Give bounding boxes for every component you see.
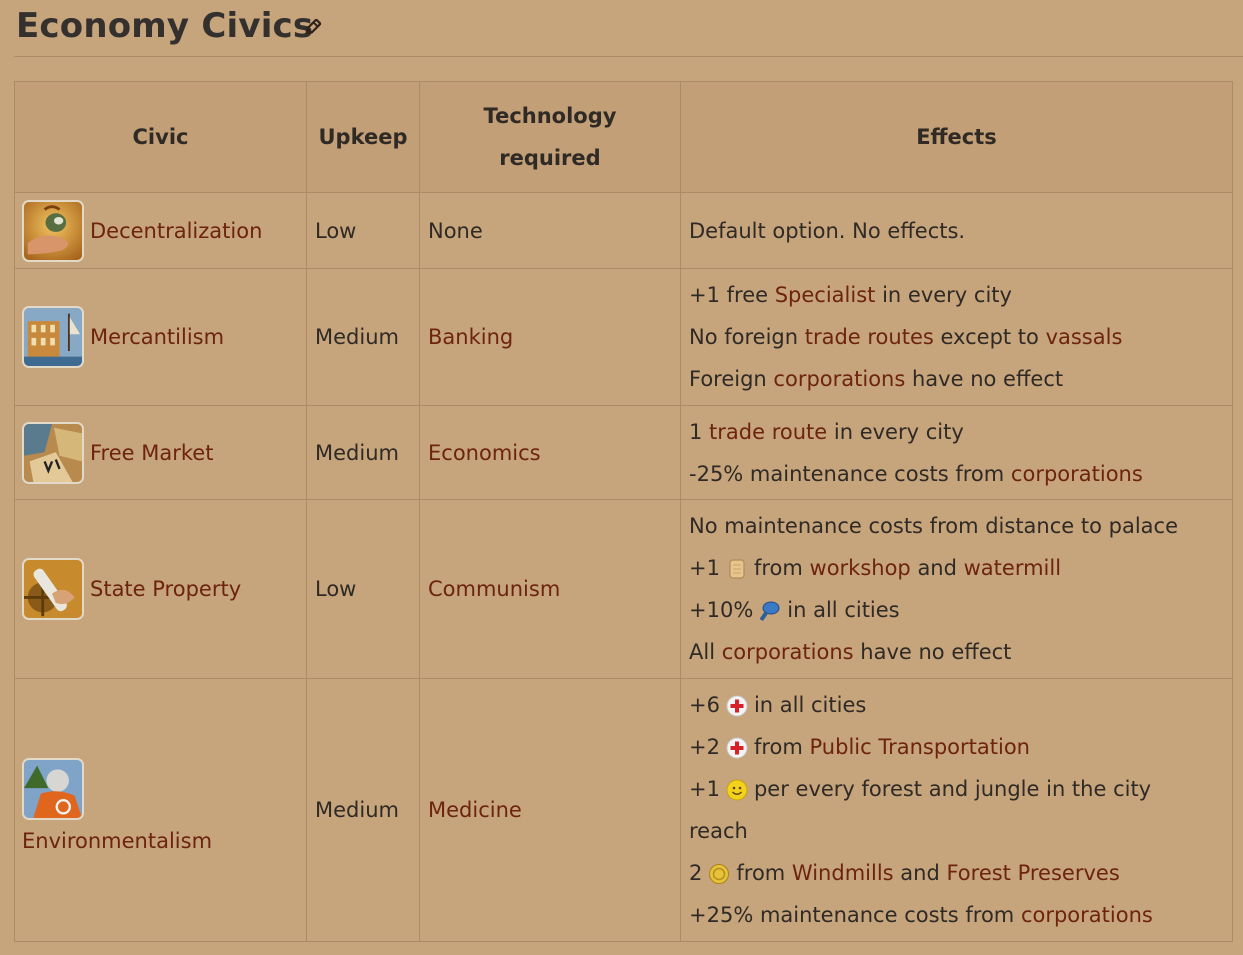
effect-line: 2 from Windmills and Forest Preserves	[689, 861, 1120, 885]
header-civic: Civic	[14, 81, 307, 193]
tech-link-communism[interactable]: Communism	[428, 577, 560, 601]
effect-line: +6 in all cities	[689, 693, 867, 717]
trade-route-link[interactable]: trade route	[709, 420, 827, 444]
effect-line: +1 free Specialist in every city	[689, 283, 1012, 307]
effect-line: reach	[689, 819, 748, 843]
effect-line: No foreign trade routes except to vassal…	[689, 325, 1123, 349]
state-property-icon[interactable]	[22, 558, 84, 620]
economy-civics-table: Civic Upkeep Technology required Effects	[14, 81, 1233, 942]
effect-line: No maintenance costs from distance to pa…	[689, 514, 1178, 538]
mercantilism-icon[interactable]	[22, 306, 84, 368]
corporations-link[interactable]: corporations	[722, 640, 854, 664]
table-row: Decentralization Low None Default option…	[14, 192, 1233, 269]
tech-cell: Banking	[419, 268, 681, 406]
effects-cell: No maintenance costs from distance to pa…	[680, 499, 1233, 679]
tech-link-banking[interactable]: Banking	[428, 325, 513, 349]
corporations-link[interactable]: corporations	[1011, 462, 1143, 486]
civic-link-state-property[interactable]: State Property	[90, 568, 241, 610]
table-row: Mercantilism Medium Banking +1 free Spec…	[14, 268, 1233, 406]
page-heading: Economy Civics	[14, 0, 1243, 57]
trade-routes-link[interactable]: trade routes	[805, 325, 934, 349]
effects-cell: +1 free Specialist in every city No fore…	[680, 268, 1233, 406]
tech-cell: Economics	[419, 405, 681, 500]
health-icon	[726, 737, 748, 759]
upkeep-cell: Medium	[306, 405, 420, 500]
production-icon	[760, 601, 780, 621]
corporations-link[interactable]: corporations	[1021, 903, 1153, 927]
forest-preserves-link[interactable]: Forest Preserves	[946, 861, 1119, 885]
corporations-link[interactable]: corporations	[773, 367, 905, 391]
table-row: State Property Low Communism No maintena…	[14, 499, 1233, 679]
effect-line: -25% maintenance costs from corporations	[689, 461, 1143, 486]
upkeep-cell: Low	[306, 192, 420, 269]
upkeep-cell: Medium	[306, 268, 420, 406]
civic-cell: Free Market	[14, 405, 307, 500]
free-market-icon[interactable]	[22, 421, 84, 484]
header-upkeep: Upkeep	[306, 81, 420, 193]
vassals-link[interactable]: vassals	[1046, 325, 1123, 349]
civic-cell: Decentralization	[14, 192, 307, 269]
civic-cell: Environmentalism	[14, 678, 307, 942]
civic-cell: State Property	[14, 499, 307, 679]
table-row: Environmentalism Medium Medicine +6 in al…	[14, 678, 1233, 942]
civic-link-decentralization[interactable]: Decentralization	[90, 210, 262, 252]
tech-link-economics[interactable]: Economics	[428, 441, 541, 465]
effect-line: +1 per every forest and jungle in the cit…	[689, 777, 1152, 801]
tech-cell: None	[419, 192, 681, 269]
watermill-link[interactable]: watermill	[964, 556, 1061, 580]
environmentalism-icon[interactable]	[22, 758, 84, 820]
civic-link-environmentalism[interactable]: Environmentalism	[22, 829, 212, 853]
table-row: Free Market Medium Economics 1 trade rou…	[14, 405, 1233, 500]
civic-cell: Mercantilism	[14, 268, 307, 406]
header-tech-line1: Technology	[483, 104, 617, 128]
effects-cell: Default option. No effects.	[680, 192, 1233, 269]
header-effects: Effects	[680, 81, 1233, 193]
effect-line: +10% in all cities	[689, 598, 900, 622]
page-title: Economy Civics	[16, 6, 314, 46]
header-tech-line2: required	[499, 146, 601, 170]
pencil-icon[interactable]	[302, 18, 322, 38]
tech-link-medicine[interactable]: Medicine	[428, 798, 522, 822]
effect-line: +1 from workshop and watermill	[689, 556, 1062, 580]
effect-line: All corporations have no effect	[689, 640, 1012, 664]
civic-link-free-market[interactable]: Free Market	[90, 432, 213, 474]
health-icon	[726, 695, 748, 717]
effect-line: 1 trade route in every city	[689, 419, 964, 444]
table-header-row: Civic Upkeep Technology required Effects	[14, 81, 1233, 193]
header-technology-required: Technology required	[419, 81, 681, 193]
effects-cell: +6 in all cities +2 from Public Transporta…	[680, 678, 1233, 942]
specialist-link[interactable]: Specialist	[775, 283, 876, 307]
effects-cell: 1 trade route in every city -25% mainten…	[680, 405, 1233, 500]
windmills-link[interactable]: Windmills	[792, 861, 894, 885]
workshop-link[interactable]: workshop	[810, 556, 911, 580]
commerce-icon	[709, 864, 730, 884]
upkeep-cell: Low	[306, 499, 420, 679]
effect-line: Foreign corporations have no effect	[689, 367, 1064, 391]
upkeep-cell: Medium	[306, 678, 420, 942]
tech-cell: Communism	[419, 499, 681, 679]
tech-cell: Medicine	[419, 678, 681, 942]
food-icon	[729, 559, 745, 579]
happiness-icon	[726, 779, 748, 801]
effect-line: +25% maintenance costs from corporations	[689, 903, 1153, 927]
civic-link-mercantilism[interactable]: Mercantilism	[90, 316, 224, 358]
public-transportation-link[interactable]: Public Transportation	[810, 735, 1030, 759]
decentralization-icon[interactable]	[22, 199, 84, 262]
effect-line: +2 from Public Transportation	[689, 735, 1030, 759]
effect-line: Default option. No effects.	[689, 218, 966, 243]
